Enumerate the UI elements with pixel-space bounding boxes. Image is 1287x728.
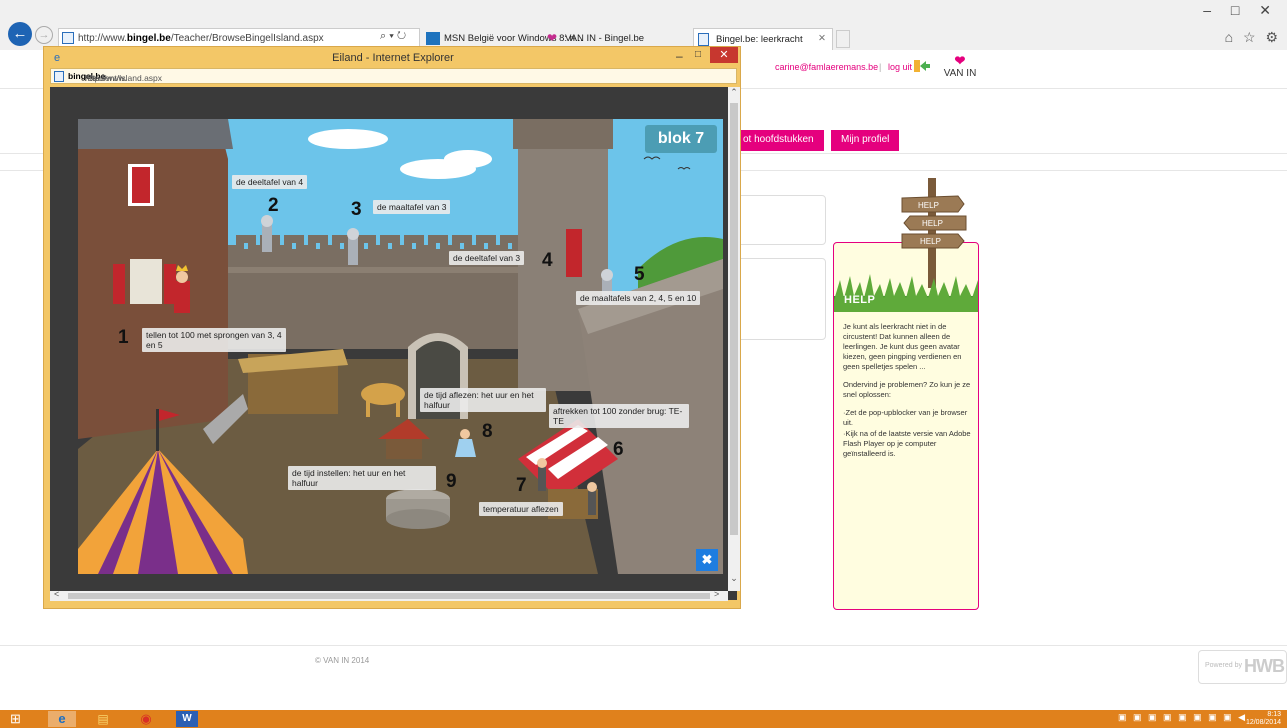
word-icon[interactable]: W	[176, 711, 198, 727]
footer-divider	[0, 645, 1287, 646]
activity-number[interactable]: 5	[634, 264, 645, 286]
sign-word: HELP	[922, 219, 943, 228]
island-scene: blok 7 1 tellen tot 100 met sprongen van…	[78, 119, 723, 574]
header-separator: |	[879, 62, 882, 72]
vertical-scrollbar[interactable]: ⌃ ⌄	[728, 87, 740, 591]
help-paragraph: Ondervind je problemen? Zo kun je ze sne…	[843, 380, 971, 399]
scroll-thumb[interactable]	[730, 103, 738, 535]
vanin-heart-icon: ❤	[954, 53, 966, 68]
activity-label[interactable]: de maaltafel van 3	[373, 200, 451, 214]
activity-number[interactable]: 9	[446, 471, 457, 493]
system-tray-icons[interactable]: ▣ ▣ ▣ ▣ ▣ ▣ ▣ ▣ ◀	[1118, 712, 1247, 723]
window-controls[interactable]: – □ ✕	[1203, 2, 1279, 19]
activity-number[interactable]: 2	[268, 195, 279, 217]
logout-link[interactable]: log uit	[888, 62, 912, 72]
activity-number[interactable]: 4	[542, 250, 553, 272]
chapters-button[interactable]: ot hoofdstukken	[735, 130, 824, 151]
grass-icon	[834, 274, 978, 312]
activity-label[interactable]: de tijd aflezen: het uur en het halfuur	[420, 388, 546, 412]
minimize-button[interactable]: –	[676, 49, 683, 63]
scroll-thumb[interactable]	[68, 593, 710, 599]
activity-label[interactable]: de tijd instellen: het uur en het halfuu…	[288, 466, 436, 490]
activity-number[interactable]: 8	[482, 421, 493, 443]
close-button[interactable]: ✕	[710, 47, 738, 63]
activity-number[interactable]: 6	[613, 439, 624, 461]
help-text: Je kunt als leerkracht niet in de circus…	[843, 322, 971, 460]
vanin-heart-icon: ❤	[547, 31, 558, 45]
taskbar: ⊞ e ▤ ◉ W ▣ ▣ ▣ ▣ ▣ ▣ ▣ ▣ ◀ 8:13 12/08/2…	[0, 710, 1287, 728]
popup-window: e Eiland - Internet Explorer – □ ✕ http:…	[43, 46, 741, 609]
activity-number[interactable]: 7	[516, 475, 527, 497]
help-list-item: ·Kijk na of de laatste versie van Adobe …	[843, 429, 971, 458]
page-icon	[698, 33, 709, 46]
close-icon[interactable]: ✖	[696, 549, 718, 571]
activity-label[interactable]: de deeltafel van 4	[232, 175, 308, 189]
help-list: ·Zet de pop-upblocker van je browser uit…	[843, 408, 971, 459]
page-icon	[62, 32, 74, 44]
scroll-left-icon[interactable]: <	[54, 589, 59, 599]
browser-chrome: ← → http://www.bingel.be/Teacher/BrowseB…	[0, 0, 1287, 50]
windows-start-icon[interactable]: ⊞	[10, 711, 28, 727]
back-button[interactable]: ←	[8, 22, 32, 46]
horizontal-scrollbar[interactable]: < >	[50, 589, 728, 601]
forward-button[interactable]: →	[35, 26, 53, 44]
home-favorites-settings-icons[interactable]: ⌂ ☆ ⚙	[1225, 29, 1281, 46]
page-icon	[54, 71, 64, 82]
content-panel	[735, 195, 826, 245]
activity-label[interactable]: aftrekken tot 100 zonder brug: TE-TE	[549, 404, 689, 428]
sign-word: HELP	[918, 201, 939, 210]
hwb-logo: HWB	[1244, 656, 1285, 676]
user-email: carine@famlaeremans.be	[775, 62, 879, 72]
activity-label[interactable]: tellen tot 100 met sprongen van 3, 4 en …	[142, 328, 286, 352]
content-panel	[735, 258, 826, 340]
island-viewport: blok 7 1 tellen tot 100 met sprongen van…	[50, 87, 740, 601]
scroll-up-icon[interactable]: ⌃	[728, 87, 740, 101]
activity-label[interactable]: de maaltafels van 2, 4, 5 en 10	[576, 291, 701, 305]
copyright: © VAN IN 2014	[315, 656, 370, 665]
popup-address-bar: http://www. bingel.be/Student/Island.aspx	[50, 68, 737, 84]
block-label: blok 7	[645, 125, 717, 153]
tab-close-icon[interactable]: ✕	[818, 33, 826, 44]
address-url: http://www.bingel.be/Teacher/BrowseBinge…	[78, 33, 324, 44]
activity-number[interactable]: 1	[118, 327, 129, 349]
help-list-item: ·Zet de pop-upblocker van je browser uit…	[843, 408, 968, 427]
scroll-down-icon[interactable]: ⌄	[728, 573, 740, 587]
sign-word: HELP	[920, 237, 941, 246]
maximize-button[interactable]: □	[695, 49, 701, 60]
address-bar[interactable]: http://www.bingel.be/Teacher/BrowseBinge…	[58, 28, 420, 48]
popup-url: http://www. bingel.be/Student/Island.aspx	[68, 71, 163, 83]
activity-label[interactable]: temperatuur aflezen	[479, 502, 563, 516]
search-refresh-icons[interactable]: ⌕ ▾ ↻	[380, 30, 406, 43]
file-explorer-icon[interactable]: ▤	[92, 711, 114, 727]
activity-label[interactable]: de deeltafel van 3	[449, 251, 525, 265]
help-title: HELP	[844, 294, 876, 306]
scroll-right-icon[interactable]: >	[714, 589, 719, 599]
logout-icon[interactable]	[914, 59, 930, 73]
activity-number[interactable]: 3	[351, 199, 362, 221]
msn-icon	[426, 32, 440, 45]
popup-title: Eiland - Internet Explorer	[332, 52, 454, 64]
powered-by-badge[interactable]: Powered by HWB	[1198, 650, 1287, 684]
clock[interactable]: 8:13 12/08/2014	[1246, 711, 1281, 727]
ie-icon[interactable]: e	[48, 711, 76, 727]
chrome-icon[interactable]: ◉	[135, 711, 157, 727]
my-profile-button[interactable]: Mijn profiel	[831, 130, 900, 151]
help-paragraph: Je kunt als leerkracht niet in de circus…	[843, 322, 962, 371]
vanin-logo[interactable]: ❤ VAN IN	[940, 54, 980, 90]
new-tab-button[interactable]	[836, 30, 850, 48]
